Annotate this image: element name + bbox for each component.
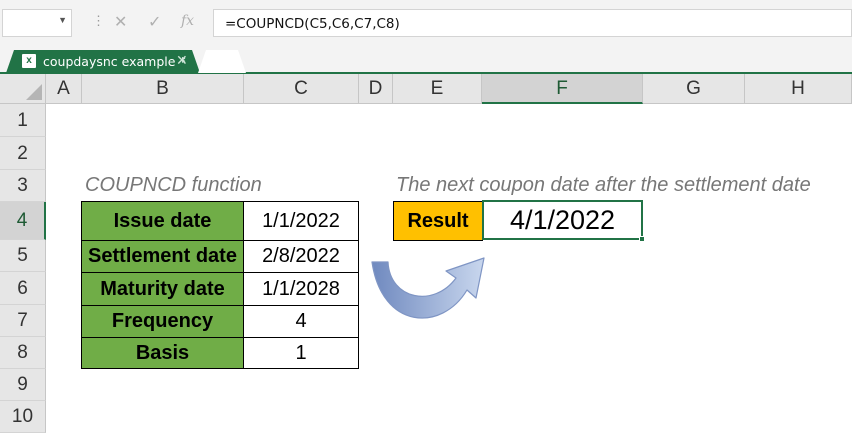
- table-label-settlement-date[interactable]: Settlement date: [81, 240, 244, 273]
- column-header-b[interactable]: B: [82, 74, 244, 104]
- row-header-7[interactable]: 7: [0, 305, 46, 337]
- row-header-2[interactable]: 2: [0, 137, 46, 170]
- row-header-10[interactable]: 10: [0, 401, 46, 433]
- column-header-a[interactable]: A: [46, 74, 82, 104]
- table-label-issue-date[interactable]: Issue date: [81, 201, 244, 241]
- table-label-frequency[interactable]: Frequency: [81, 305, 244, 338]
- row-header-9[interactable]: 9: [0, 369, 46, 401]
- enter-icon[interactable]: ✓: [148, 12, 161, 32]
- select-all-triangle-icon: [26, 84, 42, 100]
- row-header-6[interactable]: 6: [0, 272, 46, 305]
- formula-input[interactable]: =COUPNCD(C5,C6,C7,C8): [213, 9, 852, 37]
- result-label[interactable]: Result: [393, 201, 483, 241]
- table-value-basis[interactable]: 1: [243, 337, 359, 369]
- select-all-button[interactable]: [0, 74, 46, 104]
- cancel-icon[interactable]: ✕: [114, 12, 127, 32]
- result-value-cell[interactable]: 4/1/2022: [482, 200, 643, 240]
- table-label-maturity-date[interactable]: Maturity date: [81, 272, 244, 306]
- row-header-4[interactable]: 4: [0, 202, 46, 240]
- column-header-h[interactable]: H: [745, 74, 852, 104]
- insert-function-icon[interactable]: fx: [181, 13, 194, 29]
- table-value-settlement-date[interactable]: 2/8/2022: [243, 240, 359, 273]
- new-tab[interactable]: [198, 50, 246, 73]
- column-header-e[interactable]: E: [393, 74, 482, 104]
- caption-function-name: COUPNCD function: [85, 174, 262, 196]
- workbook-tab-label: coupdaysnc example *: [43, 54, 186, 69]
- excel-file-icon: x: [22, 54, 36, 68]
- curved-u-turn-arrow-icon: [371, 257, 485, 319]
- fill-handle[interactable]: [639, 236, 645, 242]
- row-header-3[interactable]: 3: [0, 170, 46, 202]
- caption-description: The next coupon date after the settlemen…: [396, 174, 811, 196]
- table-value-maturity-date[interactable]: 1/1/2028: [243, 272, 359, 306]
- row-header-8[interactable]: 8: [0, 337, 46, 369]
- workbook-tab[interactable]: x coupdaysnc example * ✕: [6, 50, 200, 73]
- table-value-issue-date[interactable]: 1/1/2022: [243, 201, 359, 241]
- name-box-dropdown-icon[interactable]: ▼: [58, 15, 67, 25]
- row-header-1[interactable]: 1: [0, 104, 46, 137]
- close-tab-icon[interactable]: ✕: [176, 52, 188, 69]
- formula-bar-grip-icon: ⋮: [92, 13, 105, 28]
- table-value-frequency[interactable]: 4: [243, 305, 359, 338]
- column-header-c[interactable]: C: [244, 74, 359, 104]
- column-header-g[interactable]: G: [643, 74, 745, 104]
- row-header-5[interactable]: 5: [0, 240, 46, 272]
- formula-bar: ▼ ⋮ ✕ ✓ fx =COUPNCD(C5,C6,C7,C8): [0, 0, 852, 46]
- column-header-f[interactable]: F: [482, 74, 643, 104]
- table-label-basis[interactable]: Basis: [81, 337, 244, 369]
- name-box[interactable]: ▼: [2, 9, 72, 37]
- column-header-d[interactable]: D: [359, 74, 393, 104]
